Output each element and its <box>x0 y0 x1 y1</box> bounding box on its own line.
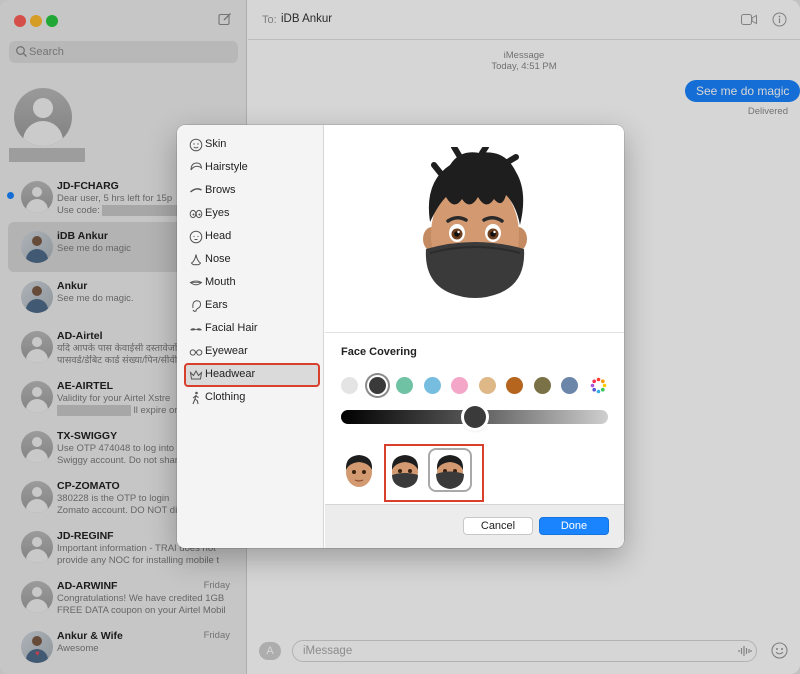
category-head[interactable]: Head <box>185 226 319 248</box>
color-wheel-icon[interactable] <box>590 377 607 394</box>
color-swatch[interactable] <box>561 377 578 394</box>
feature-category-list: Skin Hairstyle Brows Eyes Head Nose Mout… <box>177 125 324 548</box>
sheet-footer: Cancel Done <box>325 504 624 548</box>
category-ears[interactable]: Ears <box>185 295 319 317</box>
category-clothing[interactable]: Clothing <box>185 387 319 409</box>
category-label: Brows <box>205 184 236 196</box>
category-label: Nose <box>205 253 231 265</box>
category-label: Facial Hair <box>205 322 258 334</box>
cancel-button[interactable]: Cancel <box>463 517 533 535</box>
brows-icon <box>190 188 202 193</box>
skin-icon <box>189 138 203 152</box>
face-covering-none[interactable] <box>339 450 379 490</box>
category-label: Eyewear <box>205 345 248 357</box>
color-swatch[interactable] <box>368 377 386 394</box>
shade-slider-knob[interactable] <box>463 406 486 428</box>
color-swatch[interactable] <box>451 377 468 394</box>
head-icon <box>189 230 203 244</box>
category-eyewear[interactable]: Eyewear <box>185 341 319 363</box>
hairstyle-icon <box>190 162 203 171</box>
category-label: Eyes <box>205 207 230 219</box>
category-eyes[interactable]: Eyes <box>185 203 319 225</box>
variant-highlight-box <box>384 444 484 502</box>
color-swatch[interactable] <box>396 377 413 394</box>
ears-icon <box>192 300 202 312</box>
nose-icon <box>190 254 202 266</box>
category-mouth[interactable]: Mouth <box>185 272 319 294</box>
category-label: Skin <box>205 138 227 150</box>
memoji-editor-sheet: Skin Hairstyle Brows Eyes Head Nose Mout… <box>177 125 624 548</box>
memoji-avatar <box>423 147 527 298</box>
category-facial-hair[interactable]: Facial Hair <box>185 318 319 340</box>
done-button[interactable]: Done <box>539 517 609 535</box>
section-title: Face Covering <box>341 346 417 358</box>
glasses-icon <box>189 349 203 356</box>
category-label: Ears <box>205 299 228 311</box>
mustache-icon <box>190 328 202 331</box>
category-label: Headwear <box>205 368 256 380</box>
color-swatch[interactable] <box>341 377 358 394</box>
person-walking-icon <box>192 391 199 405</box>
mouth-icon <box>189 280 203 286</box>
memoji-preview <box>325 125 624 333</box>
crown-icon <box>189 369 203 380</box>
category-skin[interactable]: Skin <box>185 134 319 156</box>
category-hairstyle[interactable]: Hairstyle <box>185 157 319 179</box>
category-label: Clothing <box>205 391 246 403</box>
category-nose[interactable]: Nose <box>185 249 319 271</box>
face-covering-options: Face Covering <box>325 334 624 504</box>
color-swatch[interactable] <box>478 377 496 394</box>
color-swatch[interactable] <box>533 377 551 394</box>
eyes-icon <box>189 209 203 219</box>
category-label: Hairstyle <box>205 161 248 173</box>
category-label: Head <box>205 230 232 242</box>
color-swatch[interactable] <box>506 377 523 394</box>
color-swatch[interactable] <box>423 377 441 394</box>
category-headwear[interactable]: Headwear <box>184 363 320 387</box>
category-brows[interactable]: Brows <box>185 180 319 202</box>
category-label: Mouth <box>205 276 236 288</box>
